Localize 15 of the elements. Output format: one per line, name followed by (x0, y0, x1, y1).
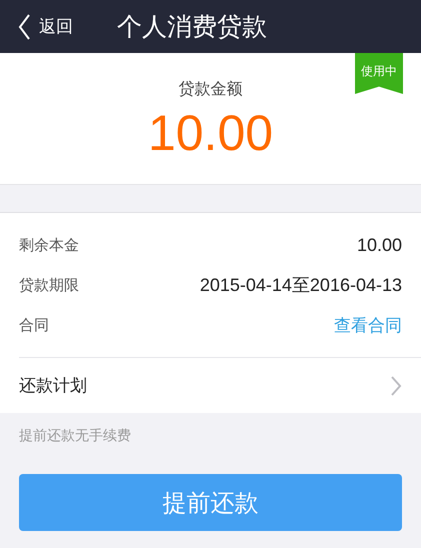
back-button[interactable]: 返回 (0, 14, 73, 40)
detail-value: 10.00 (356, 234, 402, 256)
plan-label: 还款计划 (19, 375, 87, 397)
detail-label: 剩余本金 (19, 236, 79, 254)
detail-label: 贷款期限 (19, 276, 79, 294)
back-icon (18, 14, 31, 40)
chevron-right-icon (390, 376, 402, 396)
detail-label: 合同 (19, 316, 49, 334)
amount-value: 10.00 (148, 104, 274, 162)
detail-value: 2015-04-14至2016-04-13 (200, 274, 402, 297)
plan-row[interactable]: 还款计划 (19, 358, 421, 413)
status-ribbon: 使用中 (355, 53, 403, 94)
fee-note: 提前还款无手续费 (18, 427, 132, 446)
page-title: 个人消费贷款 (117, 11, 267, 43)
amount-label: 贷款金额 (178, 79, 242, 100)
